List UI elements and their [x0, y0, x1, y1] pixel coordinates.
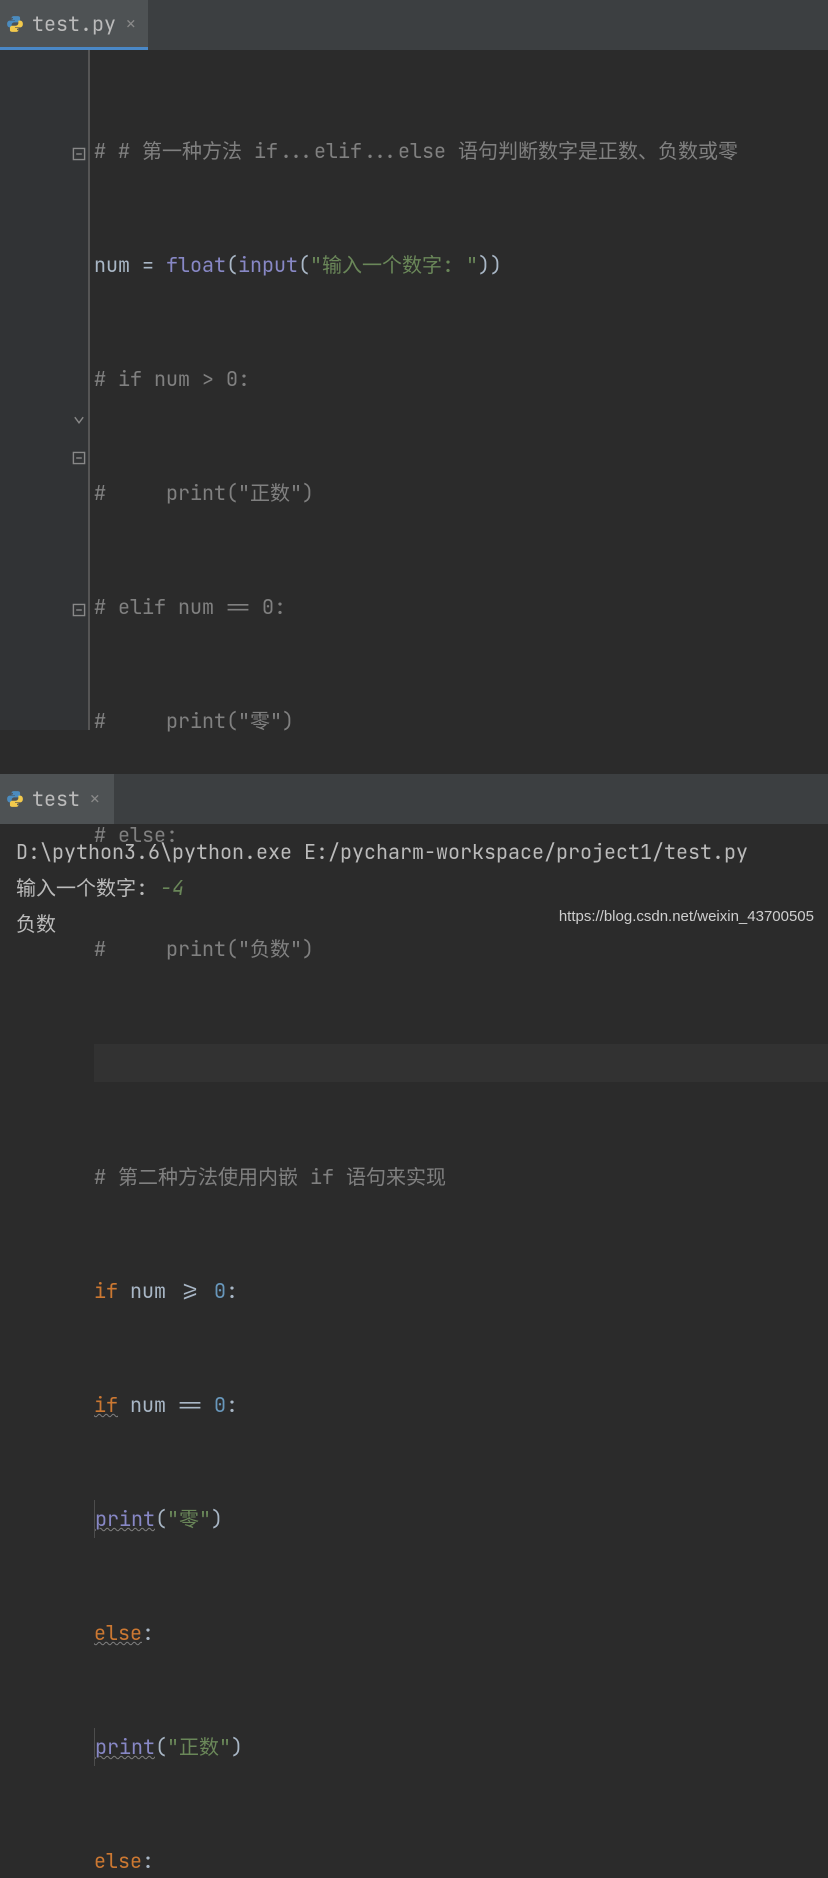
current-line: [94, 1044, 828, 1082]
close-icon[interactable]: ✕: [124, 14, 138, 34]
editor-tab-title: test.py: [32, 11, 116, 37]
console-tab-test[interactable]: test ✕: [0, 774, 114, 824]
code-comment: # # 第一种方法 if...elif...else 语句判断数字是正数、负数或…: [94, 132, 738, 170]
gutter: [0, 50, 90, 730]
editor-area: # # 第一种方法 if...elif...else 语句判断数字是正数、负数或…: [0, 50, 828, 730]
console-line: D:\python3.6\python.exe E:/pycharm-works…: [16, 834, 812, 870]
python-file-icon: [6, 15, 24, 33]
editor-tab-bar: test.py ✕: [0, 0, 828, 50]
python-run-icon: [6, 790, 24, 808]
fold-collapse-icon[interactable]: [72, 603, 86, 617]
close-icon[interactable]: ✕: [88, 789, 102, 809]
fold-expand-icon[interactable]: [72, 413, 86, 427]
editor-tab-test-py[interactable]: test.py ✕: [0, 0, 148, 50]
fold-collapse-icon[interactable]: [72, 147, 86, 161]
fold-collapse-icon[interactable]: [72, 451, 86, 465]
watermark-text: https://blog.csdn.net/weixin_43700505: [559, 908, 814, 925]
console-tab-title: test: [32, 786, 80, 812]
console-user-input: -4: [160, 875, 184, 901]
code-editor[interactable]: # # 第一种方法 if...elif...else 语句判断数字是正数、负数或…: [90, 50, 828, 730]
